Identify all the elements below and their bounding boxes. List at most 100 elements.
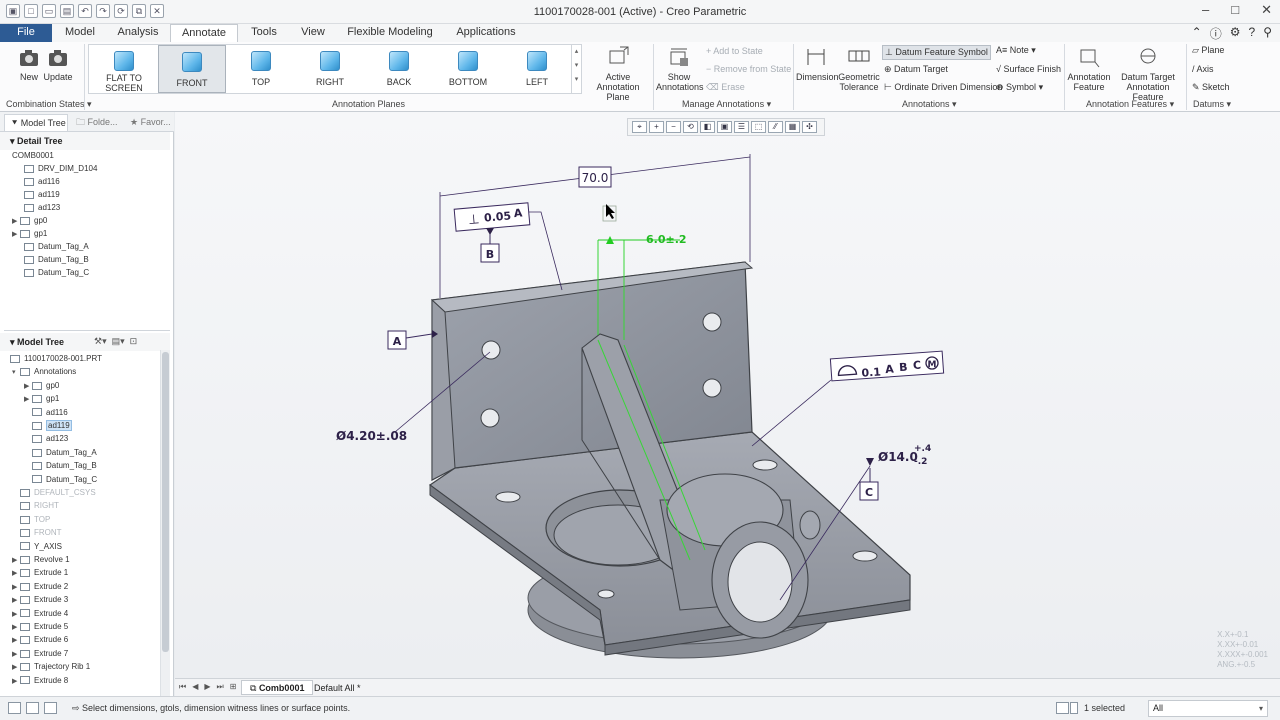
model-tree-item[interactable]: Datum_Tag_B xyxy=(24,459,97,472)
axis-button[interactable]: / Axis xyxy=(1192,64,1214,74)
selection-count[interactable]: 1 selected xyxy=(1084,703,1125,713)
model-tree-item[interactable]: TOP xyxy=(12,513,50,526)
model-tree-item[interactable]: 1100170028-001.PRT xyxy=(10,352,102,365)
model-tree-item[interactable]: ▶ Extrude 7 xyxy=(12,647,68,660)
gallery-scroll[interactable]: ▴ ▾ ▾ xyxy=(571,45,581,93)
tree-item[interactable]: Datum_Tag_B xyxy=(24,253,89,266)
ordinate-driven-dimension-button[interactable]: ⊢ Ordinate Driven Dimension xyxy=(884,82,1002,93)
settings-icon[interactable]: ⚙ xyxy=(1230,25,1241,42)
last-sheet-icon[interactable]: ⏭ xyxy=(217,682,224,692)
remove-from-state-button[interactable]: − Remove from State xyxy=(706,64,791,74)
show-annotations-button[interactable]: Show Annotations xyxy=(656,46,704,92)
model-tree-item[interactable]: ▶ Extrude 6 xyxy=(12,633,68,646)
scrollbar-thumb[interactable] xyxy=(162,352,169,652)
plane-front[interactable]: FRONT xyxy=(158,45,226,93)
collapse-ribbon-icon[interactable]: ⌃ xyxy=(1192,25,1202,42)
sketch-button[interactable]: ✎ Sketch xyxy=(1192,82,1230,93)
search-icon[interactable]: ⚲ xyxy=(1263,25,1272,42)
green-dimension[interactable]: 6.0±.2 xyxy=(646,233,687,246)
plane-back[interactable]: BACK xyxy=(365,45,433,93)
expand-icon[interactable]: ▶ xyxy=(12,661,20,674)
help-icon[interactable]: ? xyxy=(1249,25,1256,42)
model-tree-item[interactable]: ▶ Extrude 3 xyxy=(12,593,68,606)
fullscreen-icon[interactable] xyxy=(44,702,57,714)
tree-item[interactable]: ad123 xyxy=(24,201,60,214)
erase-button[interactable]: ⌫ Erase xyxy=(706,82,745,93)
browser-toggle-icon[interactable] xyxy=(26,702,39,714)
tree-item[interactable]: ▶ gp0 xyxy=(12,214,47,227)
prev-sheet-icon[interactable]: ◀ xyxy=(192,682,198,692)
tree-item[interactable]: ad116 xyxy=(24,175,60,188)
model-tree-item[interactable]: ad116 xyxy=(24,406,68,419)
info-icon[interactable]: ⓘ xyxy=(1210,25,1222,42)
tab-model-tree[interactable]: ⯆ Model Tree xyxy=(4,114,68,131)
close-icon[interactable]: ✕ xyxy=(1261,2,1272,18)
hole-dimension[interactable]: Ø4.20±.08 xyxy=(336,429,407,443)
datums-label[interactable]: Datums ▾ xyxy=(1193,99,1231,110)
tab-flexible-modeling[interactable]: Flexible Modeling xyxy=(342,24,438,42)
model-tree-item[interactable]: ▶ gp0 xyxy=(24,379,59,392)
tab-model[interactable]: Model xyxy=(58,24,102,42)
expand-icon[interactable]: ▶ xyxy=(12,228,20,241)
model-tree-item[interactable]: ▶ Revolve 1 xyxy=(12,553,70,566)
expand-icon[interactable]: ▾ xyxy=(12,366,20,379)
navigator-toggle-icon[interactable] xyxy=(8,702,21,714)
state-tab[interactable]: Default All * xyxy=(305,680,370,695)
maximize-icon[interactable]: □ xyxy=(1231,2,1239,18)
tree-item[interactable]: DRV_DIM_D104 xyxy=(24,162,97,175)
geometric-tolerance-button[interactable]: Geometric Tolerance xyxy=(838,46,880,92)
model-tree-item[interactable]: Y_AXIS xyxy=(12,540,62,553)
model-tree-item[interactable]: ad119 xyxy=(24,419,72,432)
symbol-button[interactable]: ⊛ Symbol ▾ xyxy=(996,82,1043,93)
graphics-window[interactable]: ⌖ + − ⟲ ◧ ▣ ☰ ⬚ ⁄⁄ ▦ ✣ 70.0 ⊥ 0.05 A B A… xyxy=(175,112,1280,678)
annotation-feature-button[interactable]: Annotation Feature xyxy=(1066,46,1112,92)
plane-flat-to-screen[interactable]: FLAT TO SCREEN xyxy=(90,45,158,93)
tree-item[interactable]: Datum_Tag_C xyxy=(24,266,89,279)
expand-icon[interactable]: ▶ xyxy=(24,380,32,393)
model-tree-item[interactable]: FRONT xyxy=(12,526,62,539)
tab-file[interactable]: File xyxy=(0,24,52,42)
plane-top[interactable]: TOP xyxy=(227,45,295,93)
model-tree-item[interactable]: ▶ Extrude 2 xyxy=(12,580,68,593)
add-to-state-button[interactable]: + Add to State xyxy=(706,46,763,56)
minimize-icon[interactable]: – xyxy=(1202,2,1209,18)
expand-icon[interactable]: ▶ xyxy=(12,621,20,634)
surface-finish-button[interactable]: √ Surface Finish xyxy=(996,64,1061,74)
model-tree-item[interactable]: ▶ Extrude 1 xyxy=(12,566,68,579)
expand-icon[interactable]: ▶ xyxy=(12,648,20,661)
expand-icon[interactable]: ▶ xyxy=(12,567,20,580)
part-body[interactable] xyxy=(428,240,911,659)
note-button[interactable]: A≡ Note ▾ xyxy=(996,45,1036,56)
plane-button[interactable]: ▱ Plane xyxy=(1192,45,1224,56)
annotation-features-label[interactable]: Annotation Features ▾ xyxy=(1086,99,1174,110)
tab-favorites[interactable]: ★ Favor... xyxy=(124,114,172,131)
model-tree-scrollbar[interactable] xyxy=(160,350,170,696)
expand-icon[interactable]: ▶ xyxy=(12,554,20,567)
expand-icon[interactable]: ▶ xyxy=(12,608,20,621)
bore-dimension[interactable]: Ø14.0 xyxy=(878,450,918,464)
tree-item[interactable]: COMB0001 xyxy=(12,149,54,162)
model-tree-item[interactable]: ▶ Trajectory Rib 1 xyxy=(12,660,90,673)
expand-icon[interactable]: ▶ xyxy=(12,634,20,647)
tab-annotate[interactable]: Annotate xyxy=(170,24,238,42)
dimension-button[interactable]: Dimension xyxy=(796,46,839,82)
selection-filter[interactable]: All ▾ xyxy=(1148,700,1268,717)
expand-icon[interactable]: ▶ xyxy=(12,675,20,688)
plane-right[interactable]: RIGHT xyxy=(296,45,364,93)
plane-bottom[interactable]: BOTTOM xyxy=(434,45,502,93)
model-tree-item[interactable]: Datum_Tag_A xyxy=(24,446,97,459)
tree-item[interactable]: ▶ gp1 xyxy=(12,227,47,240)
expand-icon[interactable]: ▶ xyxy=(12,581,20,594)
tab-tools[interactable]: Tools xyxy=(244,24,284,42)
width-dimension[interactable]: 70.0 xyxy=(582,171,609,185)
combination-states-label[interactable]: Combination States ▾ xyxy=(6,99,92,110)
model-tree-item[interactable]: RIGHT xyxy=(12,499,59,512)
active-annotation-plane-button[interactable]: Active Annotation Plane xyxy=(586,46,650,102)
model-tree-item[interactable]: ▶ Extrude 4 xyxy=(12,607,68,620)
next-sheet-icon[interactable]: ▶ xyxy=(204,682,210,692)
model-viewport[interactable]: 70.0 ⊥ 0.05 A B A 6.0±.2 Ø4.20±.08 0.1 A… xyxy=(175,112,1280,678)
tree-filter-icon[interactable]: ⊡ xyxy=(130,336,138,346)
detail-tree-header[interactable]: ▾ Detail Tree xyxy=(0,132,170,150)
model-tree-item[interactable]: Datum_Tag_C xyxy=(24,473,97,486)
tab-view[interactable]: View xyxy=(294,24,332,42)
